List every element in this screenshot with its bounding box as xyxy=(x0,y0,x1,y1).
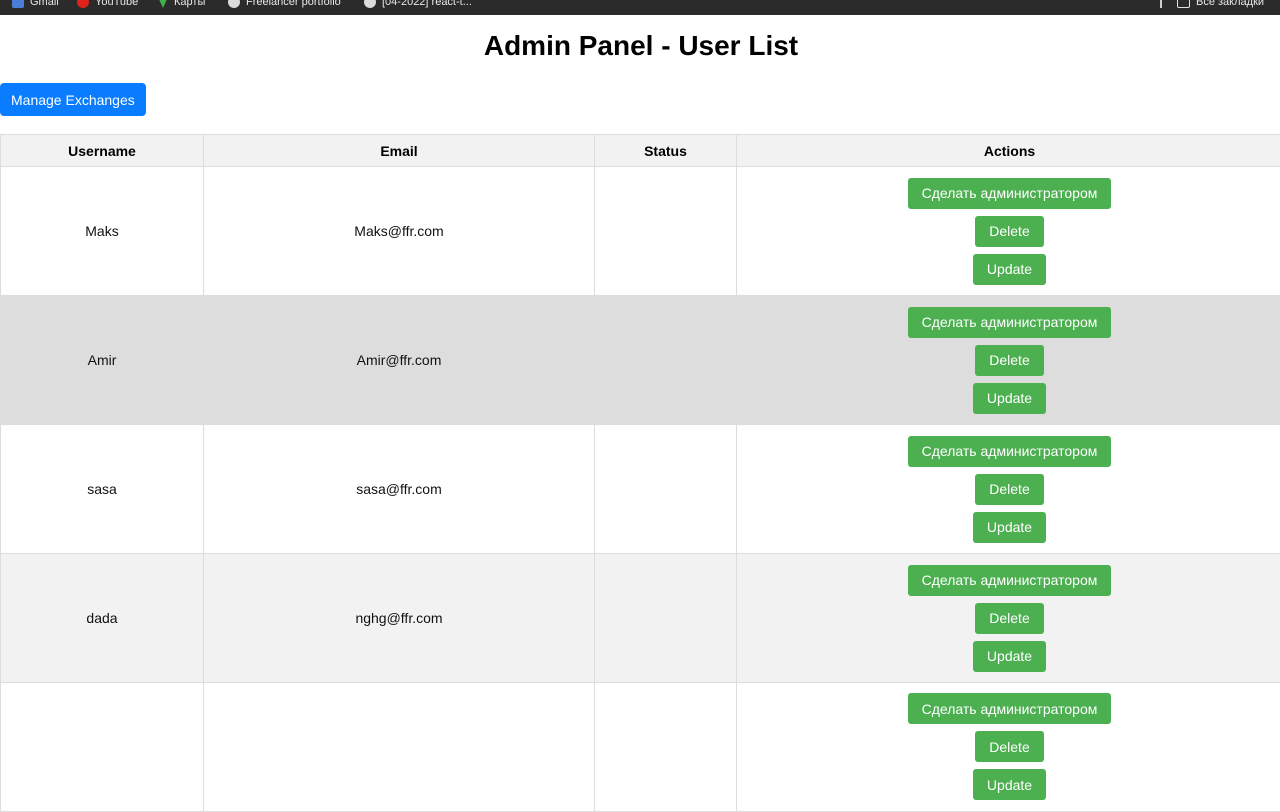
actions-cell: Сделать администратором Delete Update xyxy=(737,167,1280,296)
bookmark-gmail[interactable]: Gmail xyxy=(12,0,59,10)
bookmarks-divider xyxy=(1160,0,1162,8)
status-cell xyxy=(595,167,737,296)
username-cell: Maks xyxy=(1,167,204,296)
update-button[interactable]: Update xyxy=(973,254,1046,285)
delete-button[interactable]: Delete xyxy=(975,216,1043,247)
status-cell xyxy=(595,554,737,683)
gmail-icon xyxy=(12,0,24,8)
actions-cell: Сделать администратором Delete Update xyxy=(737,296,1280,425)
update-button[interactable]: Update xyxy=(973,512,1046,543)
bookmark-youtube[interactable]: YouTube xyxy=(77,0,138,10)
table-row: sasa sasa@ffr.com Сделать администраторо… xyxy=(1,425,1280,554)
maps-icon xyxy=(158,0,168,8)
delete-button[interactable]: Delete xyxy=(975,731,1043,762)
make-admin-button[interactable]: Сделать администратором xyxy=(908,693,1112,724)
delete-button[interactable]: Delete xyxy=(975,603,1043,634)
email-cell: nghg@ffr.com xyxy=(204,554,595,683)
page-title: Admin Panel - User List xyxy=(0,30,1280,62)
bookmark-label: Gmail xyxy=(30,0,59,8)
manage-exchanges-button[interactable]: Manage Exchanges xyxy=(0,83,146,116)
table-row: dada nghg@ffr.com Сделать администраторо… xyxy=(1,554,1280,683)
bookmark-label: Freelancer portfolio xyxy=(246,0,341,8)
column-header-username: Username xyxy=(1,135,204,167)
all-bookmarks-label: Все закладки xyxy=(1196,0,1264,8)
table-row: Amir Amir@ffr.com Сделать администраторо… xyxy=(1,296,1280,425)
globe-icon xyxy=(364,0,376,8)
table-row: Maks Maks@ffr.com Сделать администраторо… xyxy=(1,167,1280,296)
make-admin-button[interactable]: Сделать администратором xyxy=(908,436,1112,467)
username-cell: dada xyxy=(1,554,204,683)
bookmark-react[interactable]: [04-2022] react-t... xyxy=(364,0,472,10)
username-cell: Amir xyxy=(1,296,204,425)
column-header-status: Status xyxy=(595,135,737,167)
make-admin-button[interactable]: Сделать администратором xyxy=(908,178,1112,209)
users-table: Username Email Status Actions Maks Maks@… xyxy=(0,134,1280,812)
bookmark-freelancer-portfolio[interactable]: Freelancer portfolio xyxy=(228,0,341,10)
globe-icon xyxy=(228,0,240,8)
delete-button[interactable]: Delete xyxy=(975,345,1043,376)
email-cell: sasa@ffr.com xyxy=(204,425,595,554)
actions-cell: Сделать администратором Delete Update xyxy=(737,554,1280,683)
delete-button[interactable]: Delete xyxy=(975,474,1043,505)
make-admin-button[interactable]: Сделать администратором xyxy=(908,565,1112,596)
update-button[interactable]: Update xyxy=(973,383,1046,414)
update-button[interactable]: Update xyxy=(973,641,1046,672)
status-cell xyxy=(595,296,737,425)
email-cell: Amir@ffr.com xyxy=(204,296,595,425)
column-header-email: Email xyxy=(204,135,595,167)
bookmarks-bar: Gmail YouTube Карты Freelancer portfolio… xyxy=(0,0,1280,15)
table-header-row: Username Email Status Actions xyxy=(1,135,1280,167)
bookmark-label: YouTube xyxy=(95,0,138,8)
actions-cell: Сделать администратором Delete Update xyxy=(737,425,1280,554)
bookmark-label: Карты xyxy=(174,0,205,8)
all-bookmarks-button[interactable]: Все закладки xyxy=(1177,0,1264,10)
column-header-actions: Actions xyxy=(737,135,1280,167)
username-cell: sasa xyxy=(1,425,204,554)
status-cell xyxy=(595,425,737,554)
bookmark-maps[interactable]: Карты xyxy=(158,0,205,10)
youtube-icon xyxy=(77,0,89,8)
bookmark-label: [04-2022] react-t... xyxy=(382,0,472,8)
folder-icon xyxy=(1177,0,1190,8)
update-button[interactable]: Update xyxy=(973,769,1046,800)
email-cell: Maks@ffr.com xyxy=(204,167,595,296)
make-admin-button[interactable]: Сделать администратором xyxy=(908,307,1112,338)
